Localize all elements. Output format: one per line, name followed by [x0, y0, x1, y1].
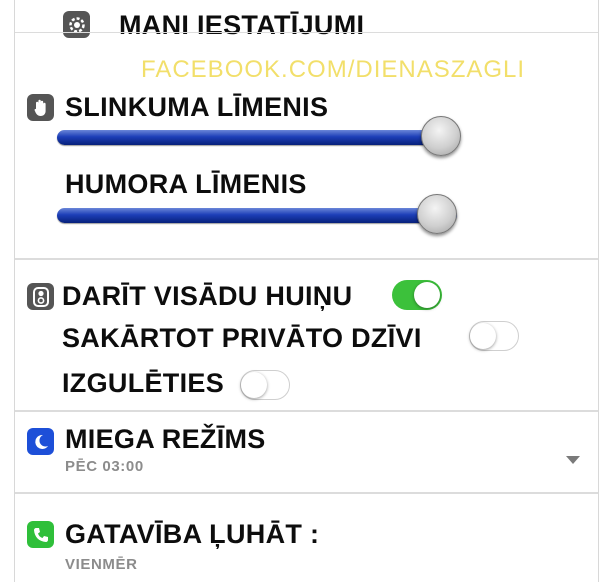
- toggle-label-do-stuff: DARĪT VISĀDU HUIŅU: [62, 281, 353, 311]
- phone-icon: [27, 521, 54, 548]
- laziness-slider[interactable]: [57, 115, 467, 159]
- page-title: MANI IESTATĪJUMI: [119, 10, 365, 40]
- section-divider: [15, 492, 598, 494]
- sleep-in-toggle[interactable]: [240, 370, 290, 400]
- section-divider: [15, 32, 598, 33]
- toggle-settings-icon: [27, 283, 54, 310]
- humor-slider[interactable]: [57, 193, 467, 237]
- readiness-title: GATAVĪBA ĻUHĀT :: [65, 519, 320, 549]
- slider-thumb[interactable]: [417, 194, 457, 234]
- readiness-value: VIENMĒR: [65, 556, 138, 573]
- moon-icon: [27, 428, 54, 455]
- private-life-toggle[interactable]: [469, 321, 519, 351]
- do-stuff-toggle[interactable]: [392, 280, 442, 310]
- gear-icon: [63, 11, 90, 38]
- section-divider: [15, 258, 598, 260]
- slider-track: [57, 208, 457, 223]
- hand-icon: [27, 94, 54, 121]
- section-divider: [15, 410, 598, 412]
- toggle-knob: [414, 282, 440, 308]
- slider-track: [57, 130, 457, 145]
- settings-panel: MANI IESTATĪJUMI FACEBOOK.COM/DIENASZAGL…: [14, 0, 599, 582]
- slider-thumb[interactable]: [421, 116, 461, 156]
- toggle-label-sleep-in: IZGULĒTIES: [62, 368, 225, 398]
- sleep-mode-value: PĒC 03:00: [65, 458, 144, 475]
- toggle-knob: [470, 322, 496, 349]
- sleep-mode-title: MIEGA REŽĪMS: [65, 424, 266, 454]
- chevron-down-icon[interactable]: [566, 456, 580, 464]
- toggle-knob: [241, 371, 267, 398]
- watermark-text: FACEBOOK.COM/DIENASZAGLI: [141, 56, 526, 83]
- toggle-label-private-life: SAKĀRTOT PRIVĀTO DZĪVI: [62, 323, 422, 353]
